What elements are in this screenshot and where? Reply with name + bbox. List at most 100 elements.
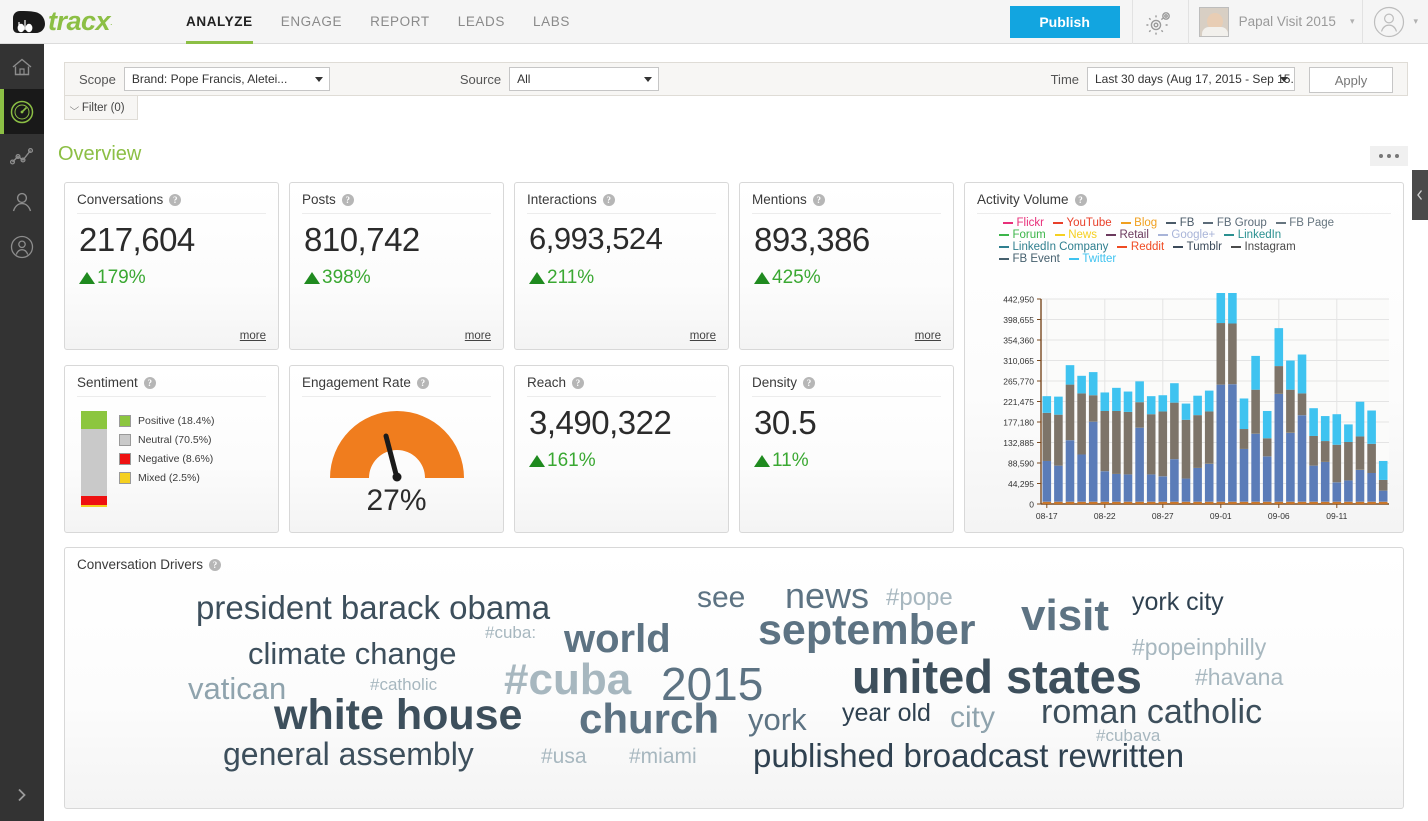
word-cloud-term[interactable]: york xyxy=(748,704,807,735)
metric-value: 6,993,524 xyxy=(529,221,663,256)
scope-select[interactable]: Brand: Pope Francis, Aletei... xyxy=(123,67,330,91)
word-cloud-term[interactable]: see xyxy=(697,583,745,613)
metric-title: Conversations xyxy=(77,192,164,207)
help-icon[interactable]: ? xyxy=(143,376,156,389)
sidebar-item-audience[interactable] xyxy=(0,179,44,224)
word-cloud-term[interactable]: climate change xyxy=(248,638,457,669)
sidebar-item-analytics[interactable] xyxy=(0,89,44,134)
word-cloud-term[interactable]: city xyxy=(950,703,995,733)
chart-legend-item[interactable]: FB xyxy=(1166,217,1194,229)
help-icon[interactable]: ? xyxy=(602,193,615,206)
sidebar-expand-button[interactable] xyxy=(0,769,44,821)
word-cloud-term[interactable]: #havana xyxy=(1195,666,1283,689)
sentiment-legend-row: Mixed (2.5%) xyxy=(119,468,214,487)
filter-toggle[interactable]: ⌵ Filter (0) xyxy=(64,96,138,120)
sidebar-item-profile[interactable] xyxy=(0,224,44,269)
help-icon[interactable]: ? xyxy=(812,193,825,206)
word-cloud-term[interactable]: september xyxy=(758,609,975,652)
chart-legend-item[interactable]: Tumblr xyxy=(1173,241,1222,253)
chart-legend-item[interactable]: LinkedIn xyxy=(1224,229,1281,241)
chart-legend-item[interactable]: FB Group xyxy=(1203,217,1267,229)
word-cloud-term[interactable]: world xyxy=(564,619,671,659)
more-link[interactable]: more xyxy=(240,330,266,342)
settings-button[interactable] xyxy=(1131,0,1188,44)
project-avatar xyxy=(1198,6,1229,37)
chart-legend-item[interactable]: YouTube xyxy=(1052,217,1112,229)
help-icon[interactable]: ? xyxy=(572,376,585,389)
help-icon[interactable]: ? xyxy=(341,193,354,206)
chart-legend-item[interactable]: Forum xyxy=(999,229,1046,241)
chart-legend-item[interactable]: Flickr xyxy=(1003,217,1044,229)
sentiment-segment xyxy=(81,496,107,505)
word-cloud-term[interactable]: #usa xyxy=(541,746,587,767)
legend-dash-icon xyxy=(1166,221,1177,225)
word-cloud-term[interactable]: church xyxy=(579,698,719,740)
word-cloud-term[interactable]: white house xyxy=(274,694,522,737)
project-name: Papal Visit 2015 xyxy=(1238,14,1336,29)
project-selector[interactable]: Papal Visit 2015 ▾ xyxy=(1187,0,1363,44)
nav-item-analyze[interactable]: ANALYZE xyxy=(172,0,267,44)
word-cloud-term[interactable]: year old xyxy=(842,701,931,726)
activity-volume-card: Activity Volume ? Flickr YouTube Blog FB FB … xyxy=(964,182,1404,533)
more-link[interactable]: more xyxy=(915,330,941,342)
sidebar-item-trends[interactable] xyxy=(0,134,44,179)
chart-legend-item[interactable]: Google+ xyxy=(1157,229,1215,241)
density-card: Density ? 30.5 11% xyxy=(739,365,954,533)
scope-label: Scope xyxy=(79,71,116,87)
word-cloud-term[interactable]: #popeinphilly xyxy=(1132,636,1266,659)
help-icon[interactable]: ? xyxy=(1074,193,1087,206)
chart-plot-area: 0 44,295 88,590 132,885 177,180 221,475 265,77… xyxy=(979,282,1395,526)
more-link[interactable]: more xyxy=(690,330,716,342)
word-cloud-term[interactable]: general assembly xyxy=(223,738,474,770)
reach-title: Reach xyxy=(527,375,567,390)
nav-item-labs[interactable]: LABS xyxy=(519,0,584,44)
time-select[interactable]: Last 30 days (Aug 17, 2015 - Sep 15... xyxy=(1087,67,1295,91)
publish-button[interactable]: Publish xyxy=(1009,5,1120,38)
word-cloud-term[interactable]: vatican xyxy=(188,673,286,704)
word-cloud-term[interactable]: roman catholic xyxy=(1041,695,1262,729)
more-link[interactable]: more xyxy=(465,330,491,342)
word-cloud-term[interactable]: #cuba: xyxy=(485,624,536,641)
chevron-down-icon-time xyxy=(1280,77,1288,82)
chart-legend-item[interactable]: LinkedIn Company xyxy=(999,241,1108,253)
nav-item-leads[interactable]: LEADS xyxy=(444,0,519,44)
chart-legend-item[interactable]: News xyxy=(1054,229,1097,241)
app-logo[interactable]: tracx . xyxy=(0,6,172,37)
sidebar-item-home[interactable] xyxy=(0,44,44,89)
apply-button[interactable]: Apply xyxy=(1309,67,1393,93)
chevron-down-icon-user: ▾ xyxy=(1413,16,1418,26)
activity-volume-chart: 0 44,295 88,590 132,885 177,180 221,475 265,77… xyxy=(1003,282,1389,521)
legend-dash-icon xyxy=(1117,245,1128,249)
svg-text:310,065: 310,065 xyxy=(1003,356,1034,366)
sentiment-segment xyxy=(81,428,107,497)
chart-legend-item[interactable]: Twitter xyxy=(1068,253,1116,265)
chart-legend-item[interactable]: Instagram xyxy=(1231,241,1296,253)
word-cloud-term[interactable]: york city xyxy=(1132,590,1224,615)
sentiment-legend-row: Neutral (70.5%) xyxy=(119,430,214,449)
help-icon[interactable]: ? xyxy=(416,376,429,389)
help-icon[interactable]: ? xyxy=(209,558,222,571)
help-icon[interactable]: ? xyxy=(169,193,182,206)
title-divider xyxy=(302,213,491,214)
word-cloud-term[interactable]: published broadcast rewritten xyxy=(753,739,1184,772)
chart-legend-item[interactable]: Reddit xyxy=(1117,241,1164,253)
help-icon[interactable]: ? xyxy=(803,376,816,389)
nav-item-report[interactable]: REPORT xyxy=(356,0,444,44)
chart-legend-item[interactable]: Retail xyxy=(1106,229,1149,241)
nav-item-engage[interactable]: ENGAGE xyxy=(267,0,356,44)
word-cloud-term[interactable]: #miami xyxy=(629,746,697,767)
legend-dash-icon xyxy=(1052,221,1063,225)
dashboard-options-menu[interactable] xyxy=(1370,146,1408,166)
chart-legend-item[interactable]: Blog xyxy=(1120,217,1157,229)
logo-text: tracx xyxy=(48,6,111,36)
user-menu[interactable]: ▾ xyxy=(1362,0,1428,44)
source-select[interactable]: All xyxy=(509,67,660,91)
word-cloud-term[interactable]: president barack obama xyxy=(196,591,550,624)
word-cloud: president barack obama see news #pope york c… xyxy=(65,576,1403,808)
chart-legend-item[interactable]: FB Event xyxy=(999,253,1060,265)
word-cloud-term[interactable]: visit xyxy=(1021,594,1109,638)
metric-delta-value: 179% xyxy=(97,267,146,288)
panel-collapse-handle[interactable] xyxy=(1412,170,1428,220)
chart-legend-item[interactable]: FB Page xyxy=(1275,217,1334,229)
user-avatar-icon xyxy=(1374,6,1405,37)
